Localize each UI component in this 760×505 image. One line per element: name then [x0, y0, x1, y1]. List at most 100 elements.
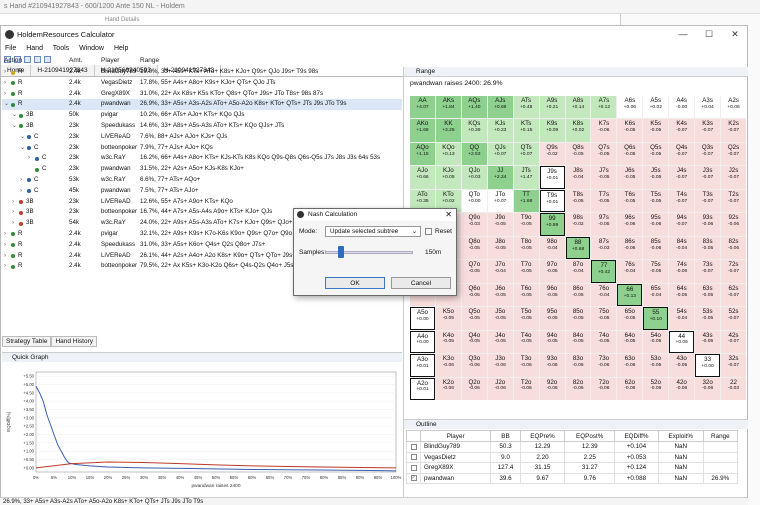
range-cell[interactable]: AKs +1.84 [435, 96, 461, 119]
range-cell[interactable]: 53o -0.05 [643, 354, 669, 377]
range-cell[interactable]: A7s +0.12 [591, 96, 617, 119]
expand-arrow-icon[interactable]: › [4, 240, 6, 251]
range-cell[interactable]: 95o -0.05 [539, 307, 565, 330]
expand-arrow-icon[interactable]: › [12, 197, 14, 208]
range-cell[interactable]: JTo +0.07 [487, 189, 513, 213]
range-cell[interactable]: 43s -0.05 [695, 330, 721, 354]
range-cell[interactable]: 95s -0.06 [643, 213, 669, 236]
range-cell[interactable]: 64s -0.05 [669, 283, 695, 307]
range-cell[interactable]: Q8s -0.05 [565, 142, 591, 166]
col-player[interactable]: Player [101, 57, 119, 64]
cancel-button[interactable]: Cancel [391, 277, 451, 289]
range-cell[interactable]: 87o -0.04 [565, 260, 591, 283]
expand-arrow-icon[interactable]: › [20, 175, 22, 186]
range-cell[interactable]: T2s -0.07 [721, 189, 746, 213]
range-cell[interactable]: Q2s -0.07 [721, 142, 746, 166]
range-cell[interactable]: K5o -0.05 [435, 307, 461, 330]
tab-strategy-table[interactable]: Strategy Table [2, 336, 52, 347]
action-row[interactable]: › R 2.4k VegasDietz 17.8%, 55+ A4s+ A8o+ K9s… [2, 78, 402, 89]
range-cell[interactable]: K4s -0.07 [669, 119, 695, 142]
menu-window[interactable]: Window [79, 45, 104, 52]
range-cell[interactable]: 82o -0.06 [565, 377, 591, 400]
action-row[interactable]: › 3B 23k LiVEReAD 12.6%, 55+ A7s+ A9o+ KTs+ … [2, 197, 402, 208]
range-cell[interactable]: T6s -0.05 [617, 189, 643, 213]
range-cell[interactable]: J7o -0.04 [487, 260, 513, 283]
outline-col-range[interactable]: Range [702, 430, 739, 442]
range-cell[interactable]: A3s +0.04 [695, 96, 721, 119]
range-cell[interactable]: 93s -0.06 [695, 213, 721, 236]
range-cell[interactable]: QJo +0.03 [461, 166, 487, 189]
range-cell[interactable]: KQs +0.39 [461, 119, 487, 142]
range-cell[interactable]: Q9s -0.02 [539, 142, 565, 166]
range-cell[interactable]: T3s -0.07 [695, 189, 721, 213]
range-cell[interactable]: T8s -0.05 [565, 189, 591, 213]
range-cell[interactable]: 22 -0.03 [721, 377, 746, 400]
range-cell[interactable]: J2s -0.07 [721, 166, 746, 189]
range-cell[interactable]: 33 +0.00 [695, 354, 721, 377]
range-cell[interactable]: QTo +0.00 [461, 189, 487, 213]
range-cell[interactable]: T6o -0.05 [513, 283, 539, 307]
range-cell[interactable]: 86s -0.06 [617, 236, 643, 260]
range-cell[interactable]: ATs +0.48 [513, 96, 539, 119]
outline-row[interactable]: ✓ pwandwan 39.6 9.67 9.76 +0.088 NaN 26.9% [406, 472, 739, 484]
maximize-button[interactable]: ☐ [695, 26, 723, 43]
action-row[interactable]: › C 45k pwandwan 7.5%, 77+ ATs+ AJo+ [2, 186, 402, 197]
range-cell[interactable]: J9o -0.05 [487, 213, 513, 236]
range-cell[interactable]: A8s +0.14 [565, 96, 591, 119]
range-cell[interactable]: 92o -0.06 [539, 377, 565, 400]
action-row[interactable]: › C 53k w3c.RaY 6.6%, 77+ ATs+ AQo+ [2, 175, 402, 186]
action-row[interactable]: C 23k pwandwan 31.5%, 22+ A2s+ A5o+ KJs-K8s… [2, 164, 402, 175]
range-cell[interactable]: AA +4.07 [410, 96, 435, 119]
action-row[interactable]: › C 23k w3c.RaY 16.2%, 66+ A4s+ A8o+ KTs+ KJ… [2, 153, 402, 164]
range-cell[interactable]: 83o -0.06 [565, 354, 591, 377]
outline-row[interactable]: VegasDietz 9.0 2.20 2.25 +0.053 NaN [406, 451, 739, 463]
range-cell[interactable]: 86o -0.05 [565, 283, 591, 307]
range-cell[interactable]: 87s -0.03 [591, 236, 617, 260]
range-cell[interactable]: K4o -0.05 [435, 330, 461, 354]
range-cell[interactable]: 62o -0.06 [617, 377, 643, 400]
menu-file[interactable]: File [5, 45, 16, 52]
range-cell[interactable]: Q5o -0.05 [461, 307, 487, 330]
range-cell[interactable]: Q4s -0.07 [669, 142, 695, 166]
range-cell[interactable]: Q7o -0.05 [461, 260, 487, 283]
minimize-button[interactable]: — [669, 26, 697, 43]
range-cell[interactable]: AKo +1.68 [410, 119, 435, 142]
outline-row[interactable]: BlindGuy789 50.3 12.29 12.39 +0.104 NaN [406, 441, 739, 453]
range-cell[interactable]: Q9o -0.03 [461, 213, 487, 236]
range-cell[interactable]: KTs +0.15 [513, 119, 539, 142]
range-cell[interactable]: 32o -0.06 [695, 377, 721, 400]
range-cell[interactable]: JTs +1.47 [513, 166, 539, 189]
menu-tools[interactable]: Tools [53, 45, 69, 52]
outline-checkbox[interactable]: ✓ [410, 475, 417, 482]
outline-checkbox[interactable] [410, 464, 417, 471]
range-cell[interactable]: K6s -0.05 [617, 119, 643, 142]
range-cell[interactable]: KK +3.25 [435, 119, 461, 142]
action-row[interactable]: ⌄ C 23k LiVEReAD 7.6%, 88+ AJs+ AJo+ KJs+ QJ… [2, 132, 402, 143]
range-cell[interactable]: 99 +0.99 [539, 213, 565, 236]
range-cell[interactable]: J7s -0.05 [591, 166, 617, 189]
range-cell[interactable]: Q3s -0.07 [695, 142, 721, 166]
action-row[interactable]: › R 2.4k BlindGuy789 19.0%, 33+ A5s+ KTs+ AT… [2, 67, 402, 78]
outline-col-eqdiff[interactable]: EQDiff% [614, 430, 659, 442]
range-cell[interactable]: 98s -0.02 [565, 213, 591, 236]
range-cell[interactable]: 75o -0.05 [591, 307, 617, 330]
range-cell[interactable]: Q7s -0.05 [591, 142, 617, 166]
range-cell[interactable]: AJs +0.69 [487, 96, 513, 119]
expand-arrow-icon[interactable]: ⌄ [12, 110, 17, 121]
range-cell[interactable]: K7s -0.06 [591, 119, 617, 142]
range-cell[interactable]: 52o -0.06 [643, 377, 669, 400]
range-cell[interactable]: J2o -0.06 [487, 377, 513, 400]
outline-col-eqpost[interactable]: EQPost% [564, 430, 616, 442]
range-cell[interactable]: 72o -0.06 [591, 377, 617, 400]
range-cell[interactable]: Q2o -0.06 [461, 377, 487, 400]
range-cell[interactable]: 73o -0.06 [591, 354, 617, 377]
range-cell[interactable]: 76o -0.04 [591, 283, 617, 307]
outline-col-bb[interactable]: BB [490, 430, 521, 442]
range-cell[interactable]: A6s +0.06 [617, 96, 643, 119]
expand-arrow-icon[interactable]: › [4, 89, 6, 100]
range-cell[interactable]: J3o -0.06 [487, 354, 513, 377]
right-scrollbar[interactable] [748, 25, 760, 505]
range-cell[interactable]: K8s +0.02 [565, 119, 591, 142]
range-cell[interactable]: AQo +1.15 [410, 142, 435, 166]
expand-arrow-icon[interactable]: ⌄ [12, 121, 17, 132]
